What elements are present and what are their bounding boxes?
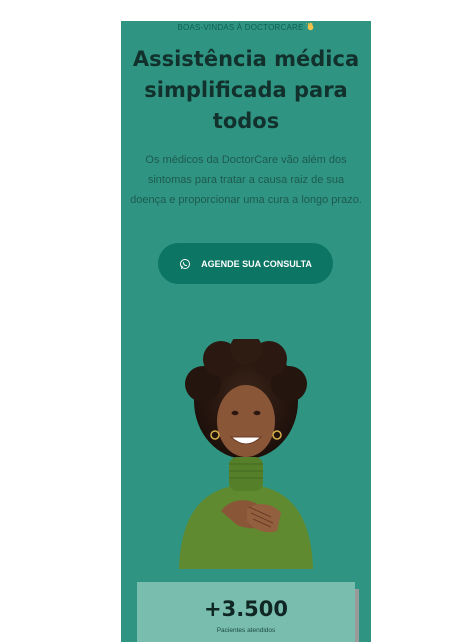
- hero-headline: Assistência médica simplificada para tod…: [132, 47, 360, 133]
- waving-hand-icon: [305, 22, 313, 31]
- welcome-text: BOAS-VINDAS À DOCTORCARE: [177, 23, 304, 32]
- patients-label: Pacientes atendidos: [216, 627, 276, 634]
- patients-count: +3.500: [203, 597, 289, 621]
- doctor-portrait-image: [179, 339, 313, 569]
- whatsapp-icon: [180, 258, 191, 269]
- stat-card-shadow: [355, 589, 359, 642]
- patients-stat-card: +3.500 Pacientes atendidos: [137, 582, 355, 642]
- hero-section: BOAS-VINDAS À DOCTORCARE Assistência méd…: [121, 21, 371, 642]
- schedule-appointment-button[interactable]: AGENDE SUA CONSULTA: [158, 243, 333, 284]
- hero-description: Os médicos da DoctorCare vão além dos si…: [130, 154, 362, 206]
- welcome-tagline: BOAS-VINDAS À DOCTORCARE: [121, 22, 371, 32]
- schedule-appointment-label: AGENDE SUA CONSULTA: [201, 258, 312, 269]
- page: BOAS-VINDAS À DOCTORCARE Assistência méd…: [0, 0, 462, 642]
